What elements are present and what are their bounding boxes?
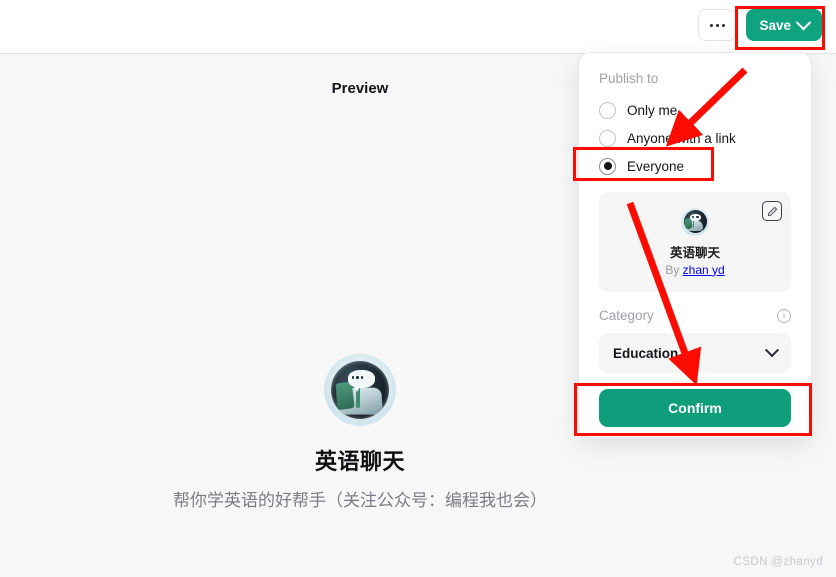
radio-icon-anyone-with-link[interactable] [599, 129, 616, 147]
radio-label-only-me: Only me [627, 102, 678, 118]
preview-pane: Preview 英语聊天 帮你学英语的好帮手（关注公众号：编程我也会） [0, 54, 578, 577]
gpt-name: 英语聊天 [314, 449, 405, 474]
more-options-button[interactable] [698, 9, 737, 41]
card-by-prefix: By [665, 262, 683, 277]
radio-option-anyone-with-link[interactable]: Anyone with a link [599, 124, 791, 152]
ellipsis-icon [709, 23, 725, 27]
radio-label-everyone: Everyone [627, 158, 685, 174]
radio-label-anyone-with-link: Anyone with a link [627, 130, 736, 146]
pencil-edit-icon[interactable] [762, 201, 782, 221]
watermark: CSDN @zhanyd [733, 556, 823, 568]
gpt-preview-card: 英语聊天 By zhan yd [599, 192, 791, 292]
radio-option-everyone[interactable]: Everyone [599, 152, 791, 180]
category-select[interactable]: Education [599, 333, 791, 373]
category-selected-value: Education [613, 345, 679, 361]
card-avatar-icon [681, 207, 709, 236]
pencil-glyph [767, 206, 777, 216]
card-gpt-name: 英语聊天 [669, 245, 720, 260]
publish-dropdown-panel: Publish to Only me Anyone with a link Ev… [578, 52, 812, 438]
toolbar-actions: Save [698, 9, 822, 41]
chevron-down-icon [764, 343, 780, 358]
top-toolbar: Save [0, 0, 836, 54]
radio-option-only-me[interactable]: Only me [599, 96, 791, 124]
radio-icon-everyone[interactable] [599, 157, 616, 175]
info-circle-icon[interactable]: i [777, 308, 791, 323]
save-button-label: Save [759, 17, 791, 33]
category-label: Category [599, 308, 654, 323]
radio-icon-only-me[interactable] [599, 101, 616, 119]
publish-to-label: Publish to [599, 71, 659, 86]
gpt-description: 帮你学英语的好帮手（关注公众号：编程我也会） [173, 491, 547, 510]
book-chat-avatar-icon [324, 354, 396, 426]
chevron-down-icon [795, 14, 812, 30]
card-author-line: By zhan yd [665, 263, 724, 277]
confirm-button[interactable]: Confirm [599, 389, 791, 427]
save-button[interactable]: Save [746, 9, 822, 41]
category-row: Category i [599, 308, 791, 323]
card-author-link[interactable]: zhan yd [683, 263, 725, 277]
